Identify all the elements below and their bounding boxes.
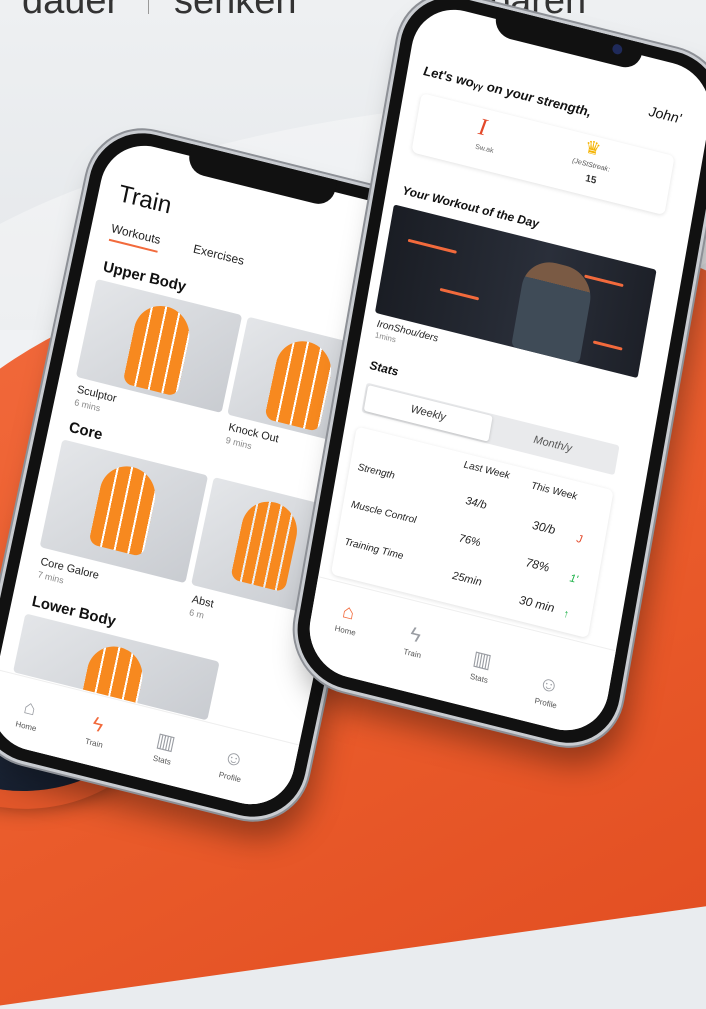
tab-workouts[interactable]: Workouts [108, 221, 162, 253]
nav-label: Train [402, 646, 422, 661]
last-value: 34/b [464, 494, 488, 512]
bar-chart-icon: ▥ [471, 647, 494, 674]
decor-stripe [439, 287, 480, 301]
home-icon: ⌂ [21, 695, 39, 721]
nav-stats[interactable]: ▥ Stats [132, 722, 198, 772]
last-value: 76% [457, 532, 482, 550]
muscle-figure-icon [230, 495, 303, 593]
trend-up-icon: ↑ [562, 607, 570, 621]
last-value: 25min [451, 569, 483, 589]
row-label: Strength [356, 461, 396, 482]
this-value: 78% [524, 555, 551, 575]
nav-home[interactable]: ⌂ Home [315, 594, 379, 642]
banner-divider [148, 0, 149, 14]
streak-label: Sw.ak [474, 143, 494, 155]
wod-image[interactable] [374, 204, 657, 379]
row-label: Training Time [343, 536, 405, 563]
nav-profile[interactable]: ☺ Profile [516, 667, 580, 715]
banner-center: senken [174, 0, 297, 22]
bar-chart-icon: ▥ [154, 729, 178, 756]
trend-down-icon: J [575, 532, 584, 547]
header-last-week: Last Week [462, 459, 511, 482]
muscle-figure-icon [122, 300, 195, 397]
nav-train[interactable]: ϟ Train [64, 707, 129, 755]
best-streak-value: 15 [584, 173, 598, 187]
nav-profile[interactable]: ☺ Profile [200, 741, 265, 789]
this-value: 30 min [518, 592, 556, 616]
trend-up-icon: 1' [568, 572, 579, 587]
decor-stripe [584, 274, 624, 288]
nav-label: Train [84, 736, 104, 750]
page-title: Train [116, 180, 174, 220]
section-title: Core [67, 418, 105, 444]
decor-stripe [592, 340, 623, 351]
best-streak-label: (JeStStreak: [571, 157, 611, 174]
banner: dauer senken sparen [0, 0, 706, 34]
crown-icon: ♛ [583, 136, 603, 160]
athlete-figure [511, 256, 596, 364]
tab-exercises[interactable]: Exercises [191, 242, 245, 274]
row-label: Muscle Control [350, 499, 418, 527]
nav-stats[interactable]: ▥ Stats [449, 640, 514, 690]
this-value: 30/b [531, 517, 557, 538]
muscle-figure-icon [264, 335, 337, 433]
user-name: John' [647, 102, 683, 127]
decor-stripe [407, 238, 457, 254]
nav-home[interactable]: ⌂ Home [0, 690, 61, 738]
header-this-week: This Week [530, 480, 578, 503]
stats-title: Stats [368, 357, 400, 379]
banner-left: dauer [22, 0, 120, 22]
streak-icon: I [476, 113, 489, 142]
nav-train[interactable]: ϟ Train [382, 617, 446, 665]
card-mins: 6 m [188, 607, 205, 621]
nav-label: Stats [152, 753, 172, 767]
nav-label: Stats [469, 671, 489, 686]
muscle-figure-icon [88, 460, 161, 558]
